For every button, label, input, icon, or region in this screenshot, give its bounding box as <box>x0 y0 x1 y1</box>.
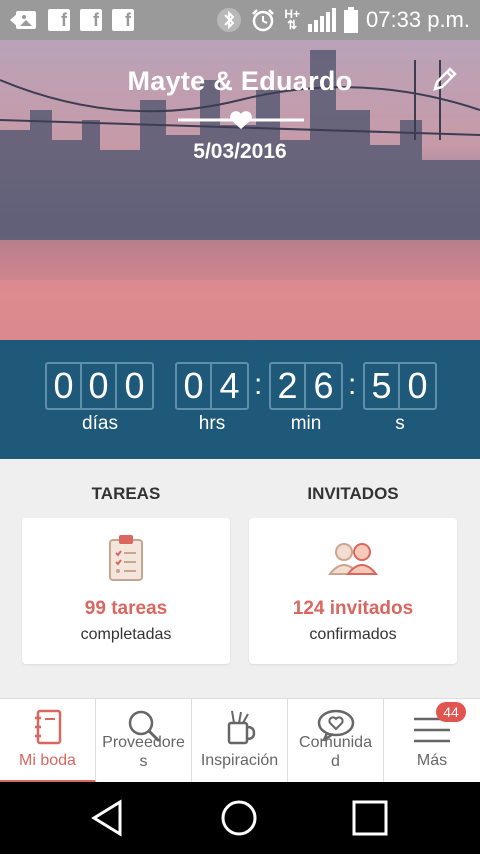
minutes-digit: 6 <box>313 365 334 406</box>
minutes-label: min <box>290 413 322 434</box>
minutes-digit: 2 <box>271 364 306 408</box>
bottom-tab-bar: Mi boda Proveedore s Inspiración Comunid… <box>0 698 480 783</box>
signal-icon <box>308 8 337 32</box>
back-icon[interactable] <box>88 798 128 838</box>
countdown-timer: 0 0 0 0 4 : 2 6 : 5 0 días hrs min s <box>0 340 480 459</box>
tab-label: Mi boda <box>19 752 76 769</box>
days-digit: 0 <box>124 365 145 406</box>
status-time: 07:33 p.m. <box>366 7 470 32</box>
facebook-icon: f <box>48 9 70 31</box>
facebook-icon: f <box>80 9 102 31</box>
days-digit: 0 <box>47 364 82 408</box>
couple-names: Mayte & Eduardo <box>127 66 353 96</box>
tasks-count: 99 tareas <box>84 598 168 619</box>
hero-banner: Mayte & Eduardo 5/03/2016 <box>0 40 480 340</box>
seconds-label: s <box>395 413 405 434</box>
tab-label: Proveedore s <box>102 734 185 770</box>
home-icon[interactable] <box>219 798 259 838</box>
couple-guests-icon <box>327 543 379 575</box>
tab-label: Más <box>416 752 448 769</box>
guests-heading: INVITADOS <box>307 484 399 503</box>
status-bar: f f f H+ ⇅ 07:33 p.m. <box>0 0 480 40</box>
hours-label: hrs <box>198 413 226 434</box>
days-counter: 0 0 0 <box>45 362 154 410</box>
recents-icon[interactable] <box>350 798 390 838</box>
hours-digit: 0 <box>177 364 212 408</box>
tab-mi-boda[interactable]: Mi boda <box>0 699 96 783</box>
wedding-date: 5/03/2016 <box>193 140 287 163</box>
time-separator: : <box>254 368 263 401</box>
tab-proveedores[interactable]: Proveedore s <box>96 699 192 783</box>
image-icon <box>10 9 38 31</box>
seconds-counter: 5 0 <box>363 362 437 410</box>
seconds-digit: 5 <box>365 364 400 408</box>
battery-icon <box>344 7 359 33</box>
tasks-subtitle: completadas <box>80 626 172 643</box>
tasks-heading: TAREAS <box>91 484 161 503</box>
tab-mas[interactable]: 44 Más <box>384 699 480 783</box>
hours-counter: 0 4 <box>175 362 249 410</box>
android-nav-bar <box>0 782 480 854</box>
clipboard-checklist-icon <box>109 535 143 581</box>
bluetooth-icon <box>216 7 242 33</box>
guests-subtitle: confirmados <box>309 626 397 643</box>
notebook-icon <box>34 709 61 745</box>
tab-label: Comunida d <box>299 734 372 770</box>
heart-divider-icon <box>178 111 304 129</box>
edit-pencil-icon[interactable] <box>430 64 460 94</box>
notification-badge: 44 <box>436 702 466 722</box>
guests-count: 124 invitados <box>292 598 414 619</box>
tab-label: Inspiración <box>200 752 279 769</box>
seconds-digit: 0 <box>407 365 428 406</box>
hours-digit: 4 <box>219 365 240 406</box>
tasks-card[interactable]: 99 tareas completadas <box>22 518 230 664</box>
minutes-counter: 2 6 <box>269 362 343 410</box>
days-label: días <box>82 413 118 434</box>
tab-inspiracion[interactable]: Inspiración <box>192 699 288 783</box>
days-digit: 0 <box>82 364 117 408</box>
pencil-cup-icon <box>227 710 255 745</box>
guests-card[interactable]: 124 invitados confirmados <box>249 518 457 664</box>
hplus-icon: H+ ⇅ <box>284 7 301 32</box>
facebook-icon: f <box>112 9 134 31</box>
time-separator: : <box>348 368 357 401</box>
tab-comunidad[interactable]: Comunida d <box>288 699 384 783</box>
alarm-icon <box>250 7 276 33</box>
